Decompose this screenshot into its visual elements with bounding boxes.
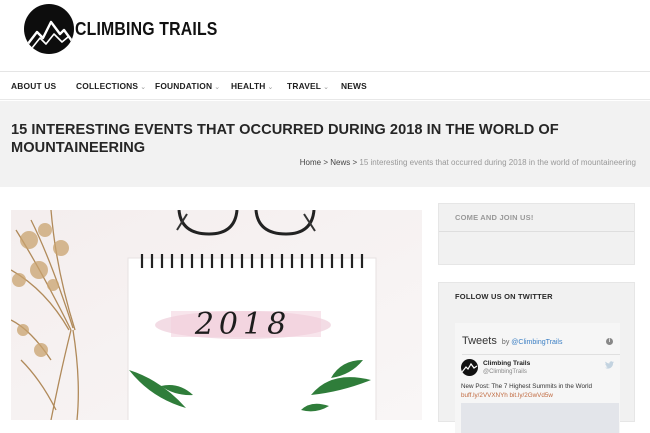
breadcrumb-separator: > (352, 158, 358, 167)
tweet-text: New Post: The 7 Highest Summits in the W… (461, 382, 616, 400)
tweet-body: New Post: The 7 Highest Summits in the W… (461, 383, 593, 390)
join-widget: COME AND JOIN US! (438, 203, 635, 265)
logo-wordmark: CLIMBING TRAILS (75, 18, 218, 39)
breadcrumb: Home > News > 15 interesting events that… (300, 158, 636, 167)
chevron-down-icon: ⌄ (267, 84, 274, 91)
info-icon[interactable]: i (606, 338, 613, 345)
widget-title: FOLLOW US ON TWITTER (455, 292, 553, 301)
chevron-down-icon: ⌄ (140, 84, 147, 91)
tweet-author[interactable]: Climbing Trails (483, 360, 530, 367)
breadcrumb-home-link[interactable]: Home (300, 158, 321, 167)
timeline-divider (462, 354, 620, 355)
nav-item-travel[interactable]: TRAVEL ⌄ (287, 81, 329, 91)
nav-label: FOUNDATION (155, 81, 213, 91)
nav-label: ABOUT US (11, 81, 57, 91)
featured-image: 2018 (11, 210, 422, 420)
main-nav: ABOUT US COLLECTIONS ⌄ FOUNDATION ⌄ HEALTH… (0, 72, 650, 100)
tweet-links[interactable]: buff.ly/2VVXNYh bit.ly/2GwVd5w (461, 391, 616, 400)
twitter-bird-icon[interactable] (605, 361, 614, 371)
site-logo[interactable]: CLIMBING TRAILS (24, 4, 237, 54)
site-header: CLIMBING TRAILS (0, 0, 650, 72)
nav-item-about-us[interactable]: ABOUT US (11, 81, 56, 91)
by-label: by (501, 339, 510, 346)
breadcrumb-separator: > (323, 158, 328, 167)
widget-title: COME AND JOIN US! (455, 213, 534, 222)
nav-label: HEALTH (231, 81, 266, 91)
widget-divider (439, 231, 634, 232)
twitter-widget: FOLLOW US ON TWITTER Tweets by @Climbing… (438, 282, 635, 433)
breadcrumb-news-link[interactable]: News (330, 158, 350, 167)
page-title: 15 INTERESTING EVENTS THAT OCCURRED DURI… (11, 122, 559, 156)
timeline-handle-link[interactable]: @ClimbingTrails (511, 339, 562, 346)
avatar[interactable] (461, 359, 478, 376)
chevron-down-icon: ⌄ (323, 84, 330, 91)
timeline-title: Tweets (462, 335, 497, 347)
timeline-by: by @ClimbingTrails (502, 339, 563, 346)
mountain-logo-icon (24, 4, 74, 54)
nav-label: TRAVEL (287, 81, 322, 91)
breadcrumb-current: 15 interesting events that occurred duri… (359, 158, 636, 167)
featured-photo: 2018 (11, 210, 422, 420)
svg-text:2018: 2018 (194, 307, 291, 342)
chevron-down-icon: ⌄ (214, 84, 221, 91)
timeline-header: Tweets by @ClimbingTrails (462, 335, 562, 347)
nav-item-health[interactable]: HEALTH ⌄ (231, 81, 274, 91)
tweet-handle[interactable]: @ClimbingTrails (483, 369, 527, 375)
nav-label: NEWS (341, 81, 367, 91)
tweet-media-preview[interactable] (461, 403, 619, 433)
nav-item-foundation[interactable]: FOUNDATION ⌄ (155, 81, 220, 91)
nav-item-collections[interactable]: COLLECTIONS ⌄ (76, 81, 146, 91)
twitter-timeline[interactable]: Tweets by @ClimbingTrails i Climbing Tra… (455, 323, 620, 433)
nav-label: COLLECTIONS (76, 81, 139, 91)
nav-item-news[interactable]: NEWS (341, 81, 367, 91)
page-title-band: 15 INTERESTING EVENTS THAT OCCURRED DURI… (0, 101, 650, 187)
